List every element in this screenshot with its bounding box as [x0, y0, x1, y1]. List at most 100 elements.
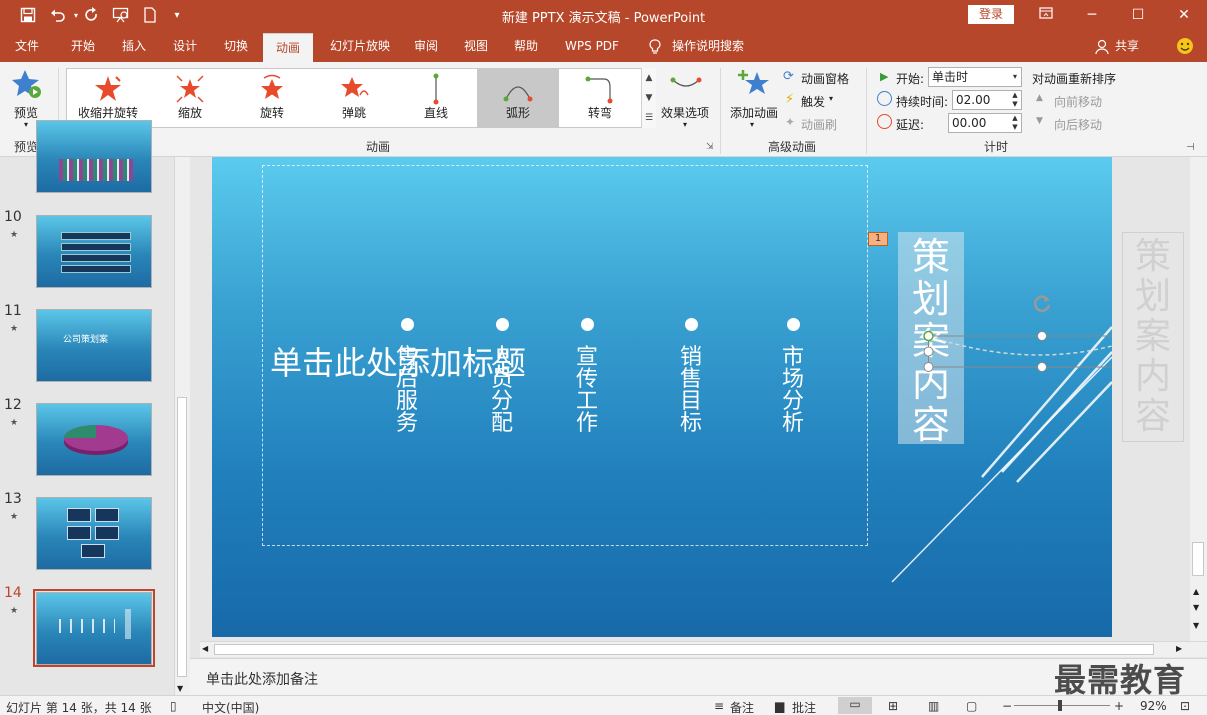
horizontal-scroll-thumb[interactable] [214, 644, 1154, 655]
animation-painter-button[interactable]: ✦ 动画刷 [783, 114, 859, 134]
gallery-more-icon[interactable]: ☰ [642, 108, 656, 128]
notes-toggle-label[interactable]: 备注 [730, 699, 754, 715]
scroll-down-icon[interactable]: ▼ [1193, 603, 1199, 612]
effect-options-button[interactable]: 效果选项 ▾ [658, 68, 714, 132]
animation-bounce[interactable]: 弹跳 [313, 69, 395, 127]
duration-spinner[interactable]: ▲ ▼ [1009, 91, 1021, 109]
slide-scroll-thumb[interactable] [1192, 542, 1204, 576]
notes-toggle-icon[interactable]: ≡ [714, 699, 724, 713]
tab-view[interactable]: 视图 [454, 31, 498, 62]
ribbon-display-options-icon[interactable] [1032, 4, 1060, 26]
move-earlier-button[interactable]: ▲ 向前移动 [1036, 92, 1116, 110]
gallery-up-icon[interactable]: ▲ [642, 68, 656, 88]
animation-arc-path[interactable]: 弧形 [477, 69, 559, 127]
share-button[interactable]: 共享 [1112, 31, 1142, 62]
slide-thumbnail-10[interactable] [36, 215, 152, 288]
slide-thumbnail-9[interactable] [36, 120, 152, 193]
add-animation-button[interactable]: 添加动画 ▾ [728, 68, 780, 132]
login-button[interactable]: 登录 [968, 5, 1014, 24]
zoom-out-icon[interactable]: − [1002, 699, 1012, 713]
minimize-icon[interactable]: ─ [1078, 4, 1106, 26]
slide-scrollbar[interactable]: ▲ ▼ ▼ [1190, 157, 1207, 641]
close-icon[interactable]: ✕ [1170, 4, 1198, 26]
thumbnail-scroll-thumb[interactable] [177, 397, 187, 677]
vertical-item-market-analysis[interactable]: 市场分析 [778, 347, 808, 435]
ribbon-separator [720, 68, 721, 154]
move-later-button[interactable]: ▼ 向后移动 [1036, 115, 1116, 133]
thumb-bar [61, 254, 131, 262]
tab-help[interactable]: 帮助 [504, 31, 548, 62]
smiley-icon[interactable] [1174, 31, 1196, 62]
tab-home[interactable]: 开始 [58, 31, 108, 62]
tab-animations[interactable]: 动画 [263, 33, 313, 62]
prev-slide-icon[interactable]: ▲ [1193, 587, 1199, 596]
start-select[interactable]: 单击时 ▾ [928, 67, 1022, 87]
reading-view-icon[interactable]: ▥ [928, 699, 939, 713]
animation-zoom[interactable]: 缩放 [149, 69, 231, 127]
dialog-launcher-icon[interactable]: ⇲ [706, 142, 714, 152]
vertical-item-staffing[interactable]: 人员分配 [487, 347, 517, 435]
thumb-anim-star: ★ [10, 512, 19, 522]
tab-transitions[interactable]: 切换 [212, 31, 260, 62]
tab-wps-pdf[interactable]: WPS PDF [558, 31, 626, 62]
tab-file[interactable]: 文件 [4, 31, 50, 62]
thumb-box [67, 508, 91, 522]
slideshow-view-icon[interactable]: ▢ [966, 699, 977, 713]
pin-ribbon-icon[interactable]: ⊣ [1186, 142, 1195, 153]
animation-shrink-turn[interactable]: 收缩并旋转 [67, 69, 149, 127]
thumb-number: 12 [4, 397, 22, 413]
zoom-in-icon[interactable]: + [1114, 699, 1124, 713]
vertical-item-after-sales[interactable]: 售后服务 [392, 347, 422, 435]
start-icon: ▶ [880, 70, 889, 83]
gallery-down-icon[interactable]: ▼ [642, 88, 656, 108]
scroll-right-icon[interactable]: ▶ [1176, 644, 1182, 653]
animation-turn-path[interactable]: 转弯 [559, 69, 641, 127]
delay-spinner[interactable]: ▲ ▼ [1009, 114, 1021, 132]
language-status[interactable]: 中文(中国) [202, 699, 259, 715]
preview-label: 预览 [14, 106, 39, 120]
thumb-dots [59, 619, 115, 633]
maximize-icon[interactable]: ☐ [1124, 4, 1152, 26]
tab-slideshow[interactable]: 幻灯片放映 [318, 31, 402, 62]
animation-order-badge[interactable]: 1 [868, 232, 888, 246]
thumbnail-scrollbar[interactable]: ▼ [174, 157, 190, 695]
zoom-slider-thumb[interactable] [1058, 700, 1062, 711]
motion-path[interactable] [922, 322, 1112, 382]
animation-spin[interactable]: 旋转 [231, 69, 313, 127]
thumbnail-scroll-down-icon[interactable]: ▼ [177, 684, 183, 693]
tab-review[interactable]: 审阅 [404, 31, 448, 62]
vertical-item-sales-target[interactable]: 销售目标 [676, 347, 706, 435]
rotate-handle-icon[interactable] [1031, 292, 1053, 314]
thumb-anim-star: ★ [10, 230, 19, 240]
thumb-title: 公司策划案 [63, 335, 109, 345]
tell-me-search[interactable]: 操作说明搜索 [668, 31, 748, 62]
zoom-level[interactable]: 92% [1140, 699, 1167, 713]
gallery-scroll[interactable]: ▲ ▼ ☰ [641, 68, 656, 128]
vertical-item-promotion[interactable]: 宣传工作 [572, 347, 602, 435]
slide-thumbnail-12[interactable] [36, 403, 152, 476]
scroll-left-icon[interactable]: ◀ [202, 644, 208, 653]
comments-label[interactable]: 批注 [792, 699, 816, 715]
fit-to-window-icon[interactable]: ⊡ [1180, 699, 1190, 713]
bullet-dot [581, 318, 594, 331]
slide-thumbnail-13[interactable] [36, 497, 152, 570]
zoom-slider[interactable] [1014, 700, 1110, 711]
slide-thumbnail-11[interactable]: 公司策划案 [36, 309, 152, 382]
animation-pane-button[interactable]: ⟳ 动画窗格 [783, 68, 859, 88]
tab-insert[interactable]: 插入 [110, 31, 158, 62]
comments-icon[interactable]: ▆ [775, 699, 784, 713]
preview-dropdown-icon: ▾ [24, 120, 29, 129]
delay-input[interactable]: 00.00 ▲ ▼ [948, 113, 1022, 133]
slide-sorter-icon[interactable]: ⊞ [888, 699, 898, 713]
normal-view-icon[interactable]: ▭ [838, 697, 872, 714]
start-dropdown-icon[interactable]: ▾ [1009, 68, 1021, 86]
current-slide[interactable]: 单击此处添加标题 售后服务 人员分配 宣传工作 销售目标 市场分析 1 策划案内… [212, 157, 1112, 637]
duration-input[interactable]: 02.00 ▲ ▼ [952, 90, 1022, 110]
animation-line-path[interactable]: 直线 [395, 69, 477, 127]
slide-thumbnail-14[interactable] [36, 592, 152, 665]
duration-label: 持续时间: [896, 95, 949, 109]
next-slide-icon[interactable]: ▼ [1193, 621, 1199, 630]
trigger-button[interactable]: ⚡ 触发 ▾ [783, 91, 859, 111]
accessibility-icon[interactable]: ▯ [170, 699, 177, 713]
tab-design[interactable]: 设计 [162, 31, 208, 62]
